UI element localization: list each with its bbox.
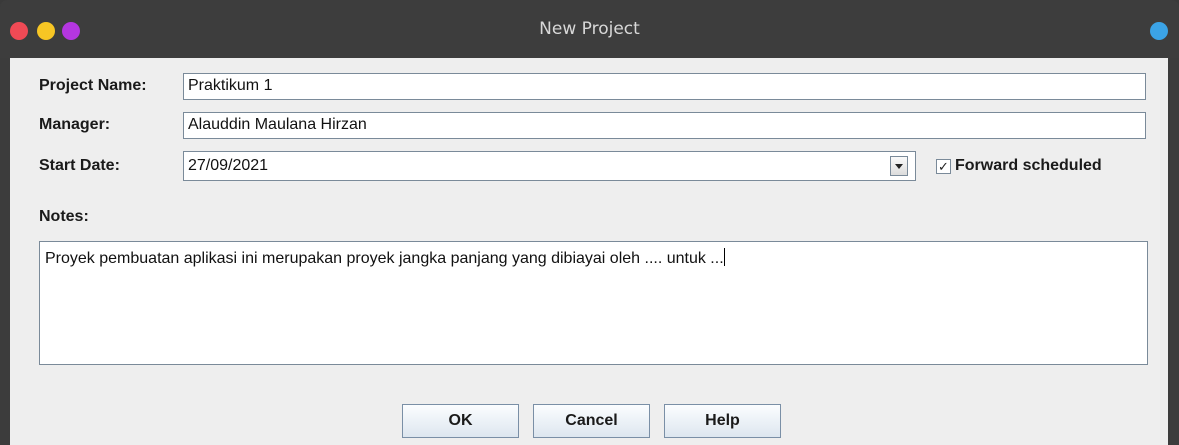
new-project-window: New Project Project Name: Praktikum 1 Ma… — [0, 0, 1179, 445]
forward-scheduled-label[interactable]: Forward scheduled — [955, 157, 1102, 175]
project-name-label: Project Name: — [39, 77, 147, 94]
notes-textarea[interactable]: Proyek pembuatan aplikasi ini merupakan … — [39, 241, 1148, 365]
manager-label: Manager: — [39, 116, 111, 133]
manager-input[interactable]: Alauddin Maulana Hirzan — [183, 112, 1146, 139]
title-bar[interactable]: New Project — [0, 0, 1179, 58]
ok-button[interactable]: OK — [402, 404, 519, 438]
cancel-button[interactable]: Cancel — [533, 404, 650, 438]
notes-label: Notes: — [39, 208, 89, 225]
dialog-content: Project Name: Praktikum 1 Manager: Alaud… — [10, 58, 1168, 445]
help-button[interactable]: Help — [664, 404, 781, 438]
chevron-down-icon[interactable] — [890, 156, 908, 176]
forward-scheduled-checkbox[interactable]: ✓ — [936, 159, 951, 174]
start-date-label: Start Date: — [39, 157, 120, 174]
window-title: New Project — [539, 19, 640, 39]
text-caret — [723, 248, 725, 266]
start-date-combobox[interactable]: 27/09/2021 — [183, 151, 916, 181]
project-name-input[interactable]: Praktikum 1 — [183, 73, 1146, 100]
notes-text: Proyek pembuatan aplikasi ini merupakan … — [45, 250, 724, 267]
window-menu-button[interactable] — [1150, 22, 1168, 40]
